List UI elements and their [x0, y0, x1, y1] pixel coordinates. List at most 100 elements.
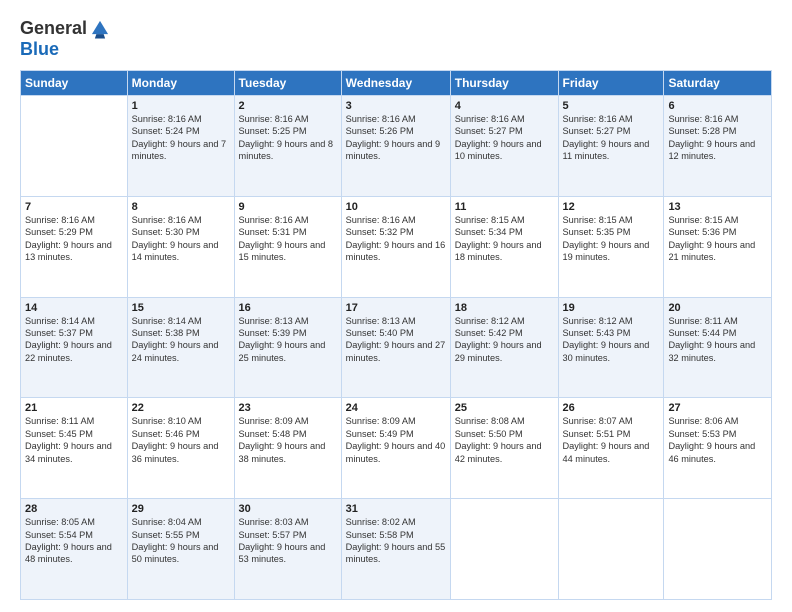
cell-content: Sunrise: 8:14 AM Sunset: 5:37 PM Dayligh… — [25, 315, 123, 365]
calendar-cell: 29Sunrise: 8:04 AM Sunset: 5:55 PM Dayli… — [127, 499, 234, 600]
calendar-cell: 25Sunrise: 8:08 AM Sunset: 5:50 PM Dayli… — [450, 398, 558, 499]
day-number: 14 — [25, 302, 123, 314]
day-number: 1 — [132, 100, 230, 112]
cell-content: Sunrise: 8:16 AM Sunset: 5:27 PM Dayligh… — [455, 113, 554, 163]
calendar-cell: 20Sunrise: 8:11 AM Sunset: 5:44 PM Dayli… — [664, 297, 772, 398]
calendar-cell: 5Sunrise: 8:16 AM Sunset: 5:27 PM Daylig… — [558, 96, 664, 197]
day-number: 18 — [455, 302, 554, 314]
calendar-cell: 15Sunrise: 8:14 AM Sunset: 5:38 PM Dayli… — [127, 297, 234, 398]
calendar-cell: 11Sunrise: 8:15 AM Sunset: 5:34 PM Dayli… — [450, 196, 558, 297]
cell-content: Sunrise: 8:13 AM Sunset: 5:40 PM Dayligh… — [346, 315, 446, 365]
day-number: 6 — [668, 100, 767, 112]
calendar-cell: 23Sunrise: 8:09 AM Sunset: 5:48 PM Dayli… — [234, 398, 341, 499]
day-number: 10 — [346, 201, 446, 213]
day-number: 31 — [346, 503, 446, 515]
day-number: 21 — [25, 402, 123, 414]
day-number: 29 — [132, 503, 230, 515]
cell-content: Sunrise: 8:15 AM Sunset: 5:36 PM Dayligh… — [668, 214, 767, 264]
day-number: 7 — [25, 201, 123, 213]
day-number: 20 — [668, 302, 767, 314]
day-number: 27 — [668, 402, 767, 414]
calendar-cell — [558, 499, 664, 600]
cell-content: Sunrise: 8:16 AM Sunset: 5:25 PM Dayligh… — [239, 113, 337, 163]
day-header-tuesday: Tuesday — [234, 71, 341, 96]
cell-content: Sunrise: 8:09 AM Sunset: 5:48 PM Dayligh… — [239, 415, 337, 465]
cell-content: Sunrise: 8:03 AM Sunset: 5:57 PM Dayligh… — [239, 516, 337, 566]
calendar-cell: 2Sunrise: 8:16 AM Sunset: 5:25 PM Daylig… — [234, 96, 341, 197]
cell-content: Sunrise: 8:11 AM Sunset: 5:44 PM Dayligh… — [668, 315, 767, 365]
day-number: 16 — [239, 302, 337, 314]
calendar-cell: 18Sunrise: 8:12 AM Sunset: 5:42 PM Dayli… — [450, 297, 558, 398]
cell-content: Sunrise: 8:04 AM Sunset: 5:55 PM Dayligh… — [132, 516, 230, 566]
day-number: 23 — [239, 402, 337, 414]
day-number: 17 — [346, 302, 446, 314]
calendar-cell — [450, 499, 558, 600]
logo: General Blue — [20, 18, 111, 60]
cell-content: Sunrise: 8:10 AM Sunset: 5:46 PM Dayligh… — [132, 415, 230, 465]
day-number: 4 — [455, 100, 554, 112]
calendar-cell: 3Sunrise: 8:16 AM Sunset: 5:26 PM Daylig… — [341, 96, 450, 197]
calendar-cell: 26Sunrise: 8:07 AM Sunset: 5:51 PM Dayli… — [558, 398, 664, 499]
calendar-cell: 7Sunrise: 8:16 AM Sunset: 5:29 PM Daylig… — [21, 196, 128, 297]
cell-content: Sunrise: 8:12 AM Sunset: 5:43 PM Dayligh… — [563, 315, 660, 365]
day-number: 19 — [563, 302, 660, 314]
calendar-cell: 21Sunrise: 8:11 AM Sunset: 5:45 PM Dayli… — [21, 398, 128, 499]
day-number: 24 — [346, 402, 446, 414]
calendar-cell: 22Sunrise: 8:10 AM Sunset: 5:46 PM Dayli… — [127, 398, 234, 499]
day-header-wednesday: Wednesday — [341, 71, 450, 96]
day-header-sunday: Sunday — [21, 71, 128, 96]
page-header: General Blue — [20, 18, 772, 60]
day-number: 12 — [563, 201, 660, 213]
cell-content: Sunrise: 8:14 AM Sunset: 5:38 PM Dayligh… — [132, 315, 230, 365]
calendar-cell: 6Sunrise: 8:16 AM Sunset: 5:28 PM Daylig… — [664, 96, 772, 197]
calendar-cell: 12Sunrise: 8:15 AM Sunset: 5:35 PM Dayli… — [558, 196, 664, 297]
calendar-cell: 24Sunrise: 8:09 AM Sunset: 5:49 PM Dayli… — [341, 398, 450, 499]
calendar-week-row: 21Sunrise: 8:11 AM Sunset: 5:45 PM Dayli… — [21, 398, 772, 499]
cell-content: Sunrise: 8:12 AM Sunset: 5:42 PM Dayligh… — [455, 315, 554, 365]
calendar-week-row: 28Sunrise: 8:05 AM Sunset: 5:54 PM Dayli… — [21, 499, 772, 600]
day-header-thursday: Thursday — [450, 71, 558, 96]
calendar-cell: 9Sunrise: 8:16 AM Sunset: 5:31 PM Daylig… — [234, 196, 341, 297]
cell-content: Sunrise: 8:09 AM Sunset: 5:49 PM Dayligh… — [346, 415, 446, 465]
cell-content: Sunrise: 8:16 AM Sunset: 5:24 PM Dayligh… — [132, 113, 230, 163]
day-header-monday: Monday — [127, 71, 234, 96]
calendar-cell: 28Sunrise: 8:05 AM Sunset: 5:54 PM Dayli… — [21, 499, 128, 600]
calendar-cell: 8Sunrise: 8:16 AM Sunset: 5:30 PM Daylig… — [127, 196, 234, 297]
calendar-cell — [664, 499, 772, 600]
calendar-cell: 16Sunrise: 8:13 AM Sunset: 5:39 PM Dayli… — [234, 297, 341, 398]
cell-content: Sunrise: 8:05 AM Sunset: 5:54 PM Dayligh… — [25, 516, 123, 566]
calendar-cell: 31Sunrise: 8:02 AM Sunset: 5:58 PM Dayli… — [341, 499, 450, 600]
calendar-cell: 13Sunrise: 8:15 AM Sunset: 5:36 PM Dayli… — [664, 196, 772, 297]
calendar-cell: 14Sunrise: 8:14 AM Sunset: 5:37 PM Dayli… — [21, 297, 128, 398]
cell-content: Sunrise: 8:15 AM Sunset: 5:34 PM Dayligh… — [455, 214, 554, 264]
day-number: 26 — [563, 402, 660, 414]
calendar-cell — [21, 96, 128, 197]
calendar-header-row: SundayMondayTuesdayWednesdayThursdayFrid… — [21, 71, 772, 96]
cell-content: Sunrise: 8:16 AM Sunset: 5:27 PM Dayligh… — [563, 113, 660, 163]
day-header-saturday: Saturday — [664, 71, 772, 96]
cell-content: Sunrise: 8:16 AM Sunset: 5:30 PM Dayligh… — [132, 214, 230, 264]
calendar-week-row: 1Sunrise: 8:16 AM Sunset: 5:24 PM Daylig… — [21, 96, 772, 197]
day-header-friday: Friday — [558, 71, 664, 96]
calendar-cell: 17Sunrise: 8:13 AM Sunset: 5:40 PM Dayli… — [341, 297, 450, 398]
day-number: 13 — [668, 201, 767, 213]
calendar-week-row: 7Sunrise: 8:16 AM Sunset: 5:29 PM Daylig… — [21, 196, 772, 297]
day-number: 5 — [563, 100, 660, 112]
cell-content: Sunrise: 8:02 AM Sunset: 5:58 PM Dayligh… — [346, 516, 446, 566]
day-number: 11 — [455, 201, 554, 213]
calendar-cell: 1Sunrise: 8:16 AM Sunset: 5:24 PM Daylig… — [127, 96, 234, 197]
day-number: 8 — [132, 201, 230, 213]
calendar-cell: 27Sunrise: 8:06 AM Sunset: 5:53 PM Dayli… — [664, 398, 772, 499]
logo-general: General — [20, 18, 87, 38]
day-number: 30 — [239, 503, 337, 515]
logo-blue: Blue — [20, 39, 59, 59]
day-number: 25 — [455, 402, 554, 414]
logo-text: General — [20, 19, 87, 39]
day-number: 22 — [132, 402, 230, 414]
calendar-table: SundayMondayTuesdayWednesdayThursdayFrid… — [20, 70, 772, 600]
day-number: 28 — [25, 503, 123, 515]
calendar-page: General Blue SundayMondayTuesdayWednesda… — [0, 0, 792, 612]
calendar-cell: 4Sunrise: 8:16 AM Sunset: 5:27 PM Daylig… — [450, 96, 558, 197]
cell-content: Sunrise: 8:08 AM Sunset: 5:50 PM Dayligh… — [455, 415, 554, 465]
day-number: 2 — [239, 100, 337, 112]
